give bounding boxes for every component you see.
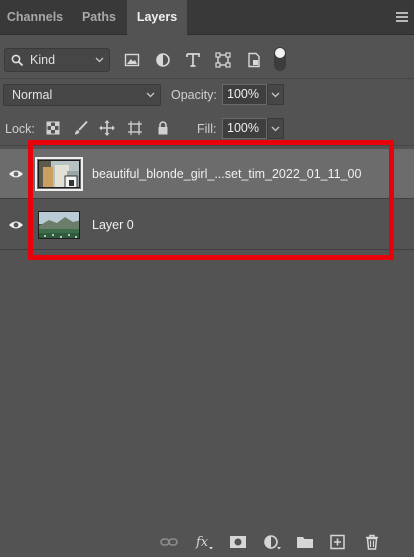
- kind-filter-select[interactable]: Kind: [4, 48, 110, 72]
- svg-text:fx: fx: [195, 535, 209, 550]
- lock-all-icon[interactable]: [155, 120, 171, 136]
- link-layers-icon[interactable]: [160, 534, 178, 550]
- new-layer-icon[interactable]: [329, 534, 347, 550]
- chevron-down-icon: [271, 92, 280, 98]
- fill-label: Fill:: [197, 122, 217, 136]
- shape-filter-icon[interactable]: [215, 52, 231, 68]
- smart-object-filter-icon[interactable]: [246, 52, 262, 68]
- type-filter-icon[interactable]: [185, 52, 201, 68]
- lock-artboard-icon[interactable]: [127, 120, 143, 136]
- layer-style-fx-icon[interactable]: fx: [195, 534, 213, 550]
- new-fill-adjustment-icon[interactable]: [263, 534, 281, 550]
- tab-channels[interactable]: Channels: [0, 0, 70, 35]
- fill-input[interactable]: 100%: [222, 118, 267, 139]
- add-mask-icon[interactable]: [229, 534, 247, 550]
- new-group-folder-icon[interactable]: [296, 534, 314, 550]
- chevron-down-icon: [146, 92, 155, 98]
- tab-layers[interactable]: Layers: [127, 0, 187, 36]
- fill-dropdown[interactable]: [267, 118, 284, 139]
- chevron-down-icon: [271, 126, 280, 132]
- visibility-eye-icon[interactable]: [8, 168, 24, 180]
- kind-filter-label: Kind: [30, 53, 56, 67]
- visibility-eye-icon[interactable]: [8, 219, 24, 231]
- lock-transparent-pixels-icon[interactable]: [45, 120, 61, 136]
- opacity-dropdown[interactable]: [267, 84, 284, 105]
- blend-mode-value: Normal: [12, 88, 53, 102]
- adjustment-filter-icon[interactable]: [155, 52, 171, 68]
- lock-label: Lock:: [5, 122, 35, 136]
- chevron-down-icon: [95, 57, 104, 63]
- delete-layer-icon[interactable]: [363, 534, 381, 550]
- blend-mode-select[interactable]: Normal: [3, 84, 161, 106]
- panel-menu-icon[interactable]: [396, 12, 408, 22]
- annotation-highlight-box: [28, 140, 394, 260]
- pixel-filter-icon[interactable]: [124, 52, 140, 68]
- filter-toggle[interactable]: [274, 47, 286, 71]
- divider: [0, 78, 414, 79]
- lock-image-pixels-icon[interactable]: [73, 120, 89, 136]
- opacity-label: Opacity:: [171, 88, 217, 102]
- panel-tab-bar: Channels Paths Layers: [0, 0, 414, 36]
- search-icon: [11, 54, 24, 67]
- opacity-input[interactable]: 100%: [222, 84, 267, 105]
- lock-position-icon[interactable]: [99, 120, 115, 136]
- tab-paths[interactable]: Paths: [72, 0, 126, 35]
